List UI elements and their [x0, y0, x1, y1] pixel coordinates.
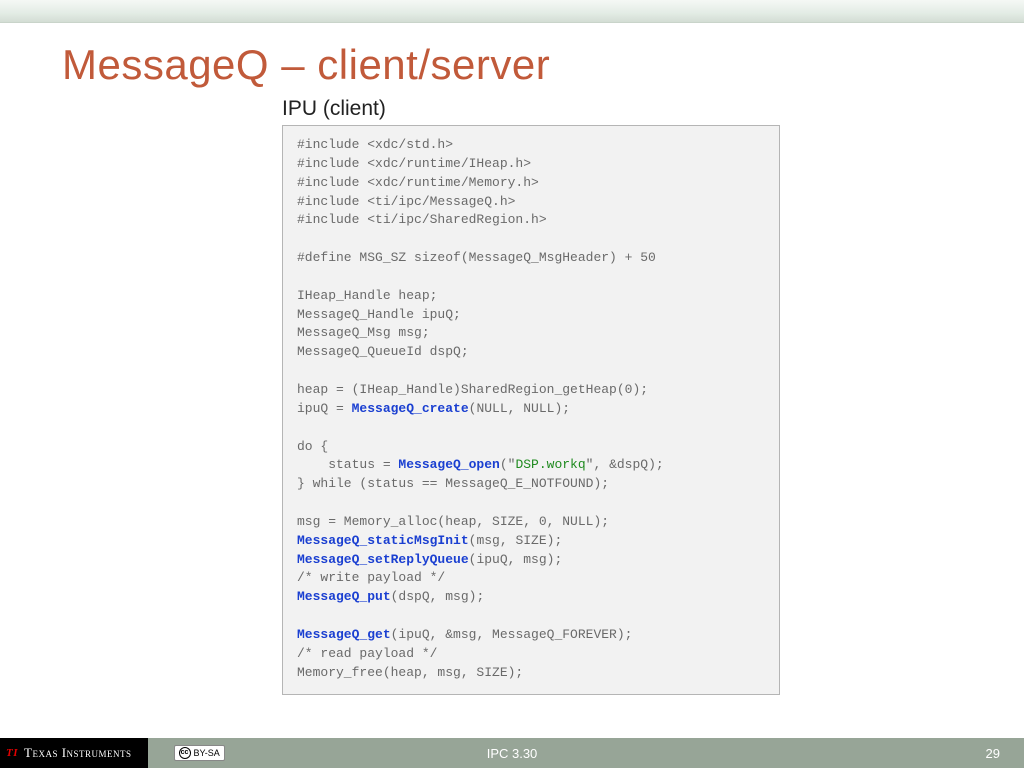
- footer-caption: IPC 3.30: [0, 746, 1024, 761]
- slide-footer: ti Texas Instruments cc BY-SA IPC 3.30 2…: [0, 738, 1024, 768]
- code-content: #include <xdc/std.h> #include <xdc/runti…: [297, 136, 765, 682]
- cc-icon: cc: [179, 747, 191, 759]
- company-name: Texas Instruments: [24, 745, 132, 761]
- code-block: #include <xdc/std.h> #include <xdc/runti…: [282, 125, 780, 695]
- slide: MessageQ – client/server IPU (client) #i…: [0, 0, 1024, 768]
- slide-title: MessageQ – client/server: [62, 41, 1024, 89]
- ti-mark-icon: ti: [6, 743, 18, 761]
- code-heading: IPU (client): [282, 97, 1024, 121]
- license-text: BY-SA: [194, 748, 220, 758]
- license-badge: cc BY-SA: [174, 745, 225, 761]
- top-accent-strip: [0, 0, 1024, 23]
- company-logo: ti Texas Instruments: [0, 738, 148, 768]
- page-number: 29: [986, 746, 1000, 761]
